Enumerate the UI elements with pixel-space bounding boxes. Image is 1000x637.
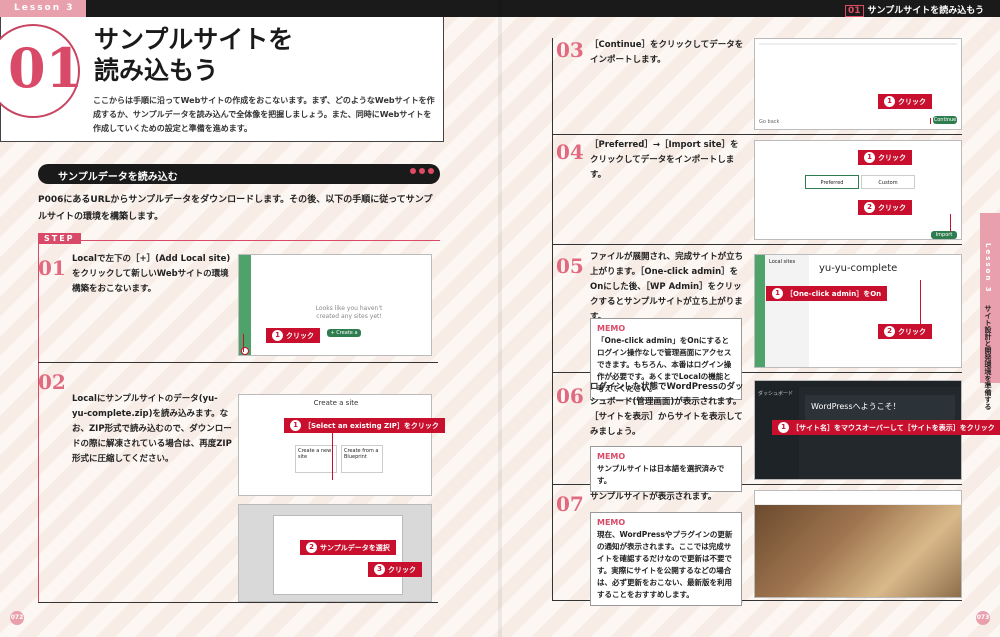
- local-sidebar-05: [755, 255, 765, 367]
- section-heading-label: サンプルデータを読み込む: [58, 172, 178, 183]
- right-divider-2: [552, 244, 962, 245]
- step-text-04: ［Preferred］→［Import site］をクリックしてデータをインポー…: [590, 140, 739, 180]
- step-vertical-rule: [38, 240, 39, 602]
- option-blueprint[interactable]: Create from a Blueprint: [341, 445, 383, 473]
- step-text-05: ファイルが展開され、完成サイトが立ち上がります。［One-click admin…: [590, 252, 744, 322]
- option-new-site[interactable]: Create a new site: [295, 445, 337, 473]
- step-text-02: Localにサンプルサイトのデータ(yu-yu-complete.zip)を読み…: [72, 394, 232, 464]
- memo-step-07: MEMO 現在、WordPressやプラグインの更新の通知が表示されます。ここで…: [590, 512, 742, 606]
- custom-option[interactable]: Custom: [861, 175, 915, 189]
- intro-text: ここからは手順に沿ってWebサイトの作成をおこないます。まず、どのようなWebサ…: [93, 96, 435, 133]
- callout-step-02c: 3 クリック: [368, 562, 422, 577]
- callout-step-02b: 2 サンプルデータを選択: [300, 540, 396, 555]
- step-rule: [38, 240, 440, 241]
- step-text-01: Localで左下の［+］(Add Local site)をクリックして新しいWe…: [72, 254, 231, 294]
- page-title-line1: サンプルサイトを: [94, 25, 294, 54]
- go-back-link[interactable]: Go back: [759, 119, 779, 125]
- page-number-right: 073: [976, 611, 990, 625]
- step-number-01: 01: [38, 256, 66, 280]
- memo-step-06: MEMO サンプルサイトは日本語を選択済みです。: [590, 446, 742, 492]
- screenshot-step-05: Local sites yu-yu-complete: [754, 254, 962, 368]
- memo-text-07: 現在、WordPressやプラグインの更新の通知が表示されます。ここでは完成サイ…: [597, 530, 733, 599]
- step-divider: [38, 362, 438, 363]
- site-list: Local sites: [765, 255, 809, 367]
- callout-step-04a: 1 クリック: [858, 150, 912, 165]
- empty-state-text: Looks like you haven't created any sites…: [315, 305, 383, 320]
- step-label: STEP: [38, 233, 81, 244]
- callout-step-01: 1 クリック: [266, 328, 320, 343]
- local-sidebar: [239, 255, 251, 355]
- page-number-left: 072: [10, 611, 24, 625]
- callout-step-04b: 2 クリック: [858, 200, 912, 215]
- callout-line-s4: [950, 214, 951, 232]
- callout-step-06: 1 ［サイト名］をマウスオーバーして［サイトを表示］をクリック: [772, 420, 1000, 435]
- step-number-06: 06: [556, 384, 584, 408]
- step-text-03: ［Continue］をクリックしてデータをインポートします。: [590, 40, 744, 65]
- memo-label-06: MEMO: [597, 452, 626, 461]
- step-number-04: 04: [556, 140, 584, 164]
- continue-button[interactable]: Continue: [933, 116, 957, 124]
- page-title: サンプルサイトを 読み込もう: [94, 24, 293, 86]
- left-page: 01 サンプルサイトを 読み込もう ここからは手順に沿ってWebサイトの作成をお…: [0, 0, 500, 637]
- file-dialog: [273, 515, 403, 595]
- memo-text-06: サンプルサイトは日本語を選択済みです。: [597, 464, 725, 485]
- screenshot-step-03: Go back Continue: [754, 38, 962, 130]
- step-text-07: サンプルサイトが表示されます。: [590, 492, 717, 502]
- import-site-button[interactable]: Import site: [931, 231, 957, 239]
- step-number-03: 03: [556, 38, 584, 62]
- section-text: P006にあるURLからサンプルデータをダウンロードします。その後、以下の手順に…: [38, 195, 433, 222]
- right-divider-1: [552, 134, 962, 135]
- preferred-option[interactable]: Preferred: [805, 175, 859, 189]
- memo-label-05: MEMO: [597, 324, 626, 333]
- section-heading: サンプルデータを読み込む: [38, 164, 440, 184]
- step-text-06: ログインした状態でWordPressのダッシュボード(管理画面)が表示されます。…: [590, 382, 744, 437]
- callout-line-s3: [930, 118, 931, 124]
- callout-line-s5: [920, 280, 921, 324]
- hero-image: [755, 505, 961, 597]
- site-header: [755, 491, 961, 505]
- section-dots: [410, 168, 434, 174]
- callout-step-02a: 1 ［Select an existing ZIP］をクリック: [284, 418, 445, 433]
- site-name: yu-yu-complete: [819, 263, 898, 274]
- right-step-rule: [552, 38, 553, 600]
- step-number-05: 05: [556, 254, 584, 278]
- step-bottom-rule: [38, 602, 438, 603]
- callout-step-05a: 1 ［One-click admin］をOn: [766, 286, 888, 301]
- lesson-side-text: サイト設計と開発環境を準備する: [984, 305, 992, 410]
- lesson-number: 01: [8, 36, 84, 100]
- page-title-line2: 読み込もう: [94, 56, 219, 85]
- step-number-02: 02: [38, 370, 66, 394]
- lesson-side-tab-label: Lesson 3: [984, 243, 992, 294]
- callout-step-05b: 2 クリック: [878, 324, 932, 339]
- callout-line-s2a: [332, 432, 333, 480]
- create-site-button[interactable]: + Create a new site: [327, 329, 361, 344]
- dialog-title: Create a site: [313, 399, 359, 407]
- memo-label-07: MEMO: [597, 518, 626, 527]
- window-bar: [759, 43, 957, 45]
- step-number-07: 07: [556, 492, 584, 516]
- screenshot-step-02: Create a site Create a new site Create f…: [238, 394, 432, 496]
- callout-step-03: 1 クリック: [878, 94, 932, 109]
- right-page: 03 ［Continue］をクリックしてデータをインポートします。 Go bac…: [500, 0, 1000, 637]
- screenshot-step-07: [754, 490, 962, 598]
- callout-line-s1: [243, 334, 244, 352]
